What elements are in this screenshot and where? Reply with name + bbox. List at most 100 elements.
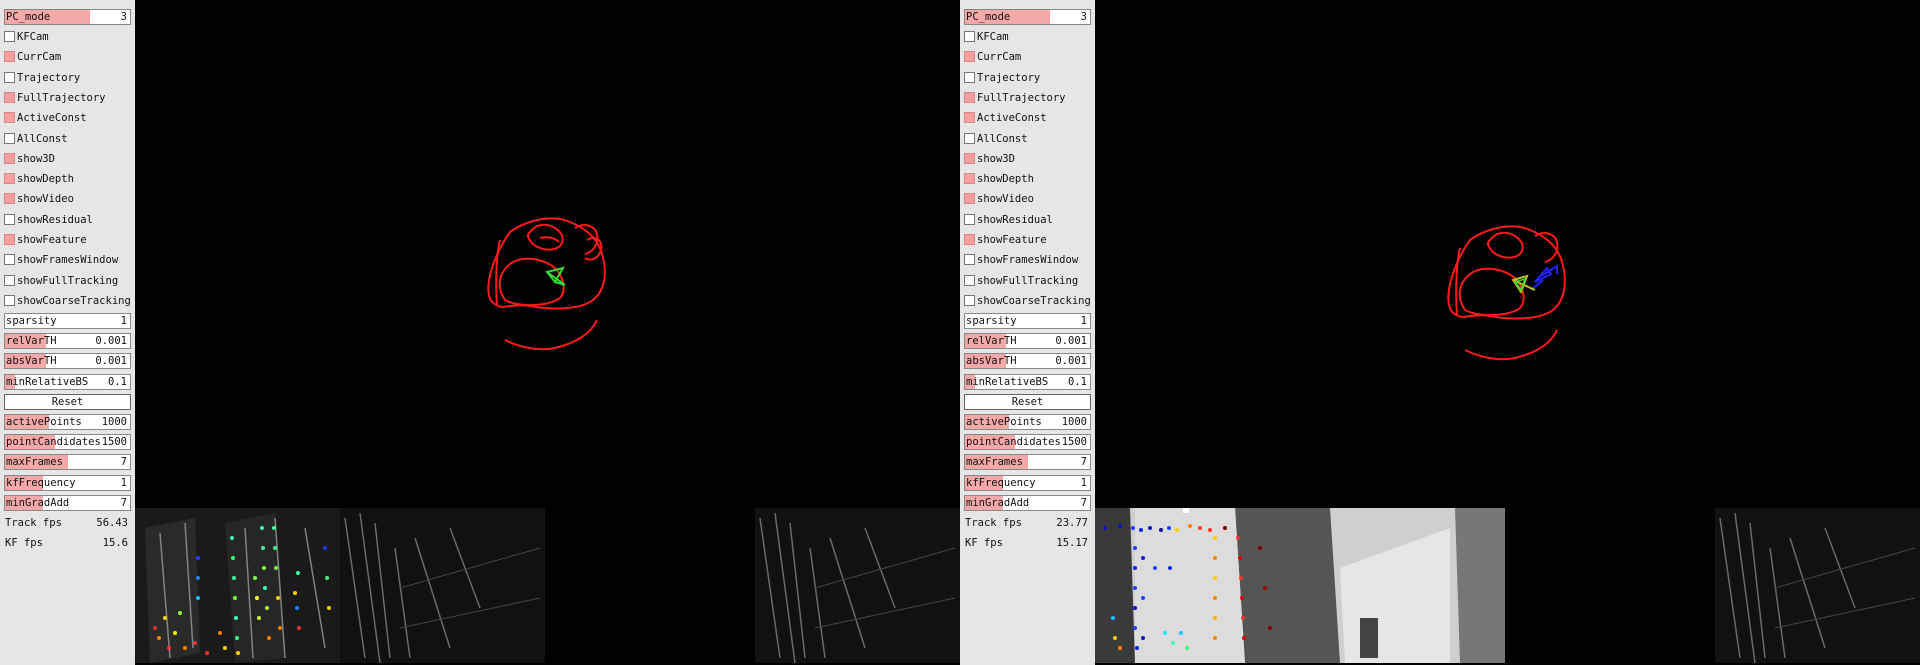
param-kf-frequency[interactable]: kfFrequency 1: [4, 474, 131, 491]
checkbox-all-const[interactable]: AllConst: [4, 131, 131, 147]
checkbox-trajectory[interactable]: Trajectory: [964, 70, 1091, 86]
checkbox-box[interactable]: [964, 234, 975, 245]
param-max-frames[interactable]: maxFrames 7: [4, 454, 131, 471]
track-fps-value: 23.77: [1056, 517, 1088, 529]
param-point-candidates[interactable]: pointCandidates 1500: [4, 434, 131, 451]
checkbox-box[interactable]: [964, 112, 975, 124]
checkbox-box[interactable]: [4, 254, 15, 266]
param-active-points[interactable]: activePoints 1000: [964, 414, 1091, 430]
checkbox-box[interactable]: [4, 173, 15, 185]
checkbox-active-const[interactable]: ActiveConst: [964, 110, 1091, 126]
param-abs-var-th[interactable]: absVarTH 0.001: [4, 353, 131, 370]
param-rel-var-th[interactable]: relVarTH 0.001: [964, 333, 1091, 350]
checkbox-show3d[interactable]: show3D: [964, 151, 1091, 167]
checkbox-label: showResidual: [977, 213, 1053, 226]
param-sparsity[interactable]: sparsity 1: [4, 313, 131, 329]
checkbox-box[interactable]: [4, 274, 15, 286]
pc-mode-slider[interactable]: PC_mode 3: [964, 9, 1091, 25]
param-value: 7: [120, 456, 127, 469]
checkbox-box[interactable]: [964, 51, 975, 63]
kf-fps-label: KF fps: [965, 537, 1003, 549]
checkbox-show-full-tracking[interactable]: showFullTracking: [4, 273, 131, 289]
param-point-candidates[interactable]: pointCandidates 1500: [964, 434, 1091, 451]
depth-image: [135, 508, 340, 663]
checkbox-full-trajectory[interactable]: FullTrajectory: [4, 90, 131, 106]
param-label: activePoints: [966, 416, 1042, 428]
checkbox-box[interactable]: [4, 294, 15, 306]
checkbox-show3d[interactable]: show3D: [4, 151, 131, 167]
checkbox-show-residual[interactable]: showResidual: [4, 212, 131, 228]
checkbox-show-coarse-tracking[interactable]: showCoarseTracking: [964, 293, 1091, 309]
checkbox-kfcam[interactable]: KFCam: [4, 29, 131, 45]
param-min-grad-add[interactable]: minGradAdd 7: [964, 494, 1091, 511]
param-min-relative-bs[interactable]: minRelativeBS 0.1: [964, 373, 1091, 390]
checkbox-curr-cam[interactable]: CurrCam: [4, 49, 131, 65]
track-fps-readout: Track fps 23.77: [964, 515, 1091, 531]
checkbox-show-feature[interactable]: showFeature: [964, 232, 1091, 248]
param-sparsity[interactable]: sparsity 1: [964, 313, 1091, 329]
param-abs-var-th[interactable]: absVarTH 0.001: [964, 353, 1091, 370]
param-active-points[interactable]: activePoints 1000: [4, 414, 131, 430]
checkbox-box[interactable]: [4, 71, 15, 83]
checkbox-show-feature[interactable]: showFeature: [4, 232, 131, 248]
param-label: kfFrequency: [6, 476, 76, 489]
control-panel: PC_mode 3 KFCam CurrCam Trajectory FullTraj…: [0, 0, 135, 665]
checkbox-show-depth[interactable]: showDepth: [964, 171, 1091, 187]
checkbox-box[interactable]: [964, 274, 975, 286]
pc-mode-slider[interactable]: PC_mode 3: [4, 9, 131, 25]
checkbox-curr-cam[interactable]: CurrCam: [964, 49, 1091, 65]
checkbox-box[interactable]: [964, 31, 975, 42]
checkbox-box[interactable]: [4, 152, 15, 164]
checkbox-show-depth[interactable]: showDepth: [4, 171, 131, 187]
param-min-relative-bs[interactable]: minRelativeBS 0.1: [4, 373, 131, 390]
param-value: 1: [120, 315, 127, 327]
checkbox-box[interactable]: [964, 152, 975, 164]
param-kf-frequency[interactable]: kfFrequency 1: [964, 474, 1091, 491]
checkbox-box[interactable]: [964, 173, 975, 185]
checkbox-show-video[interactable]: showVideo: [964, 191, 1091, 207]
checkbox-box[interactable]: [964, 254, 975, 266]
checkbox-box[interactable]: [964, 294, 975, 306]
3d-scene-view[interactable]: [135, 0, 960, 505]
checkbox-show-coarse-tracking[interactable]: showCoarseTracking: [4, 293, 131, 309]
param-rel-var-th[interactable]: relVarTH 0.001: [4, 333, 131, 350]
checkbox-label: CurrCam: [977, 51, 1022, 64]
checkbox-box[interactable]: [4, 193, 15, 205]
checkbox-box[interactable]: [964, 213, 975, 225]
checkbox-box[interactable]: [4, 132, 15, 144]
frames-window-image: [1715, 508, 1920, 663]
checkbox-all-const[interactable]: AllConst: [964, 131, 1091, 147]
checkbox-show-frames-window[interactable]: showFramesWindow: [964, 252, 1091, 268]
reset-button[interactable]: Reset: [4, 394, 131, 410]
checkbox-box[interactable]: [964, 91, 975, 103]
param-value: 0.1: [1068, 375, 1087, 388]
checkbox-show-full-tracking[interactable]: showFullTracking: [964, 273, 1091, 289]
checkbox-box[interactable]: [4, 213, 15, 225]
checkbox-label: ActiveConst: [17, 112, 87, 125]
checkbox-full-trajectory[interactable]: FullTrajectory: [964, 90, 1091, 106]
checkbox-trajectory[interactable]: Trajectory: [4, 70, 131, 86]
checkbox-box[interactable]: [4, 31, 15, 42]
checkbox-box[interactable]: [964, 193, 975, 205]
video-thumbnail: [1300, 508, 1505, 663]
param-label: absVarTH: [966, 355, 1017, 368]
checkbox-box[interactable]: [964, 71, 975, 83]
checkbox-box[interactable]: [4, 91, 15, 103]
checkbox-box[interactable]: [4, 112, 15, 124]
param-label: pointCandidates: [966, 436, 1061, 449]
checkbox-kfcam[interactable]: KFCam: [964, 29, 1091, 45]
checkbox-show-residual[interactable]: showResidual: [964, 212, 1091, 228]
param-label: relVarTH: [6, 335, 57, 348]
checkbox-show-frames-window[interactable]: showFramesWindow: [4, 252, 131, 268]
param-max-frames[interactable]: maxFrames 7: [964, 454, 1091, 471]
param-min-grad-add[interactable]: minGradAdd 7: [4, 494, 131, 511]
reset-button[interactable]: Reset: [964, 394, 1091, 410]
checkbox-box[interactable]: [4, 234, 15, 245]
checkbox-active-const[interactable]: ActiveConst: [4, 110, 131, 126]
checkbox-show-video[interactable]: showVideo: [4, 191, 131, 207]
param-label: activePoints: [6, 416, 82, 428]
checkbox-box[interactable]: [4, 51, 15, 63]
checkbox-box[interactable]: [964, 132, 975, 144]
track-fps-label: Track fps: [5, 517, 62, 529]
3d-scene-view[interactable]: [1095, 0, 1920, 505]
